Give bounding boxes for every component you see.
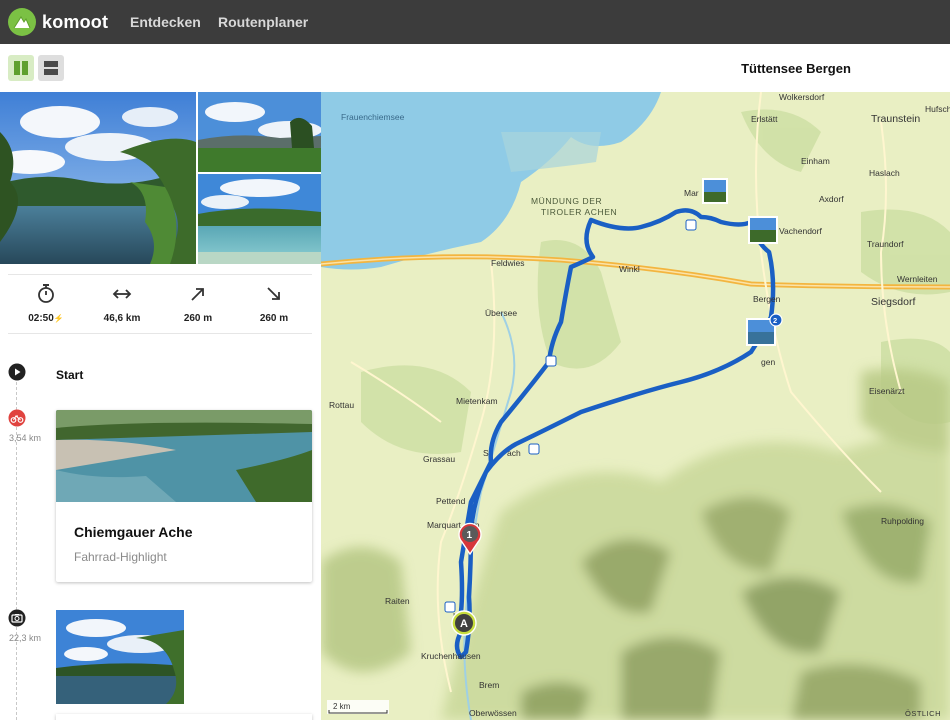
map-label-traunstein: Traunstein bbox=[871, 113, 920, 125]
map-label-raiten: Raiten bbox=[385, 596, 410, 606]
map-label-grassau: Grassau bbox=[423, 454, 455, 464]
split-view-button[interactable] bbox=[8, 55, 34, 81]
photo-waypoint-distance: 22,3 km bbox=[9, 633, 42, 643]
start-play-icon bbox=[8, 363, 26, 381]
bike-highlight-icon bbox=[8, 409, 26, 427]
tour-sidebar: 02:50⚡ 46,6 km 260 m 260 m Start 3,54 km bbox=[0, 92, 321, 720]
map-label-feldwies: Feldwies bbox=[491, 258, 525, 268]
map-label-frauenchiemsee: Frauenchiemsee bbox=[341, 112, 405, 122]
map-label-muendung-2: TIROLER ACHEN bbox=[541, 207, 617, 217]
route-map[interactable]: Wolkersdorf Traunstein Hufsch Frauenchie… bbox=[321, 92, 950, 720]
map-label-brem: Brem bbox=[479, 680, 499, 690]
map-marker-2-label: 2 bbox=[773, 316, 777, 325]
stat-distance: 46,6 km bbox=[84, 275, 160, 333]
next-card-edge bbox=[56, 714, 312, 720]
mountain-logo-icon bbox=[8, 8, 36, 36]
map-label-ruhpolding: Ruhpolding bbox=[881, 516, 924, 526]
map-label-hufsch: Hufsch bbox=[925, 104, 950, 114]
meadow-photo[interactable] bbox=[198, 92, 321, 172]
nav-routenplaner[interactable]: Routenplaner bbox=[218, 14, 308, 30]
start-label: Start bbox=[56, 368, 84, 382]
map-label-staudach: S bbox=[483, 448, 489, 458]
e-bike-bolt: ⚡ bbox=[53, 314, 64, 323]
lake-photo-main[interactable] bbox=[0, 92, 196, 264]
map-label-vachendorf: Vachendorf bbox=[779, 226, 822, 236]
start-pin-a-label: A bbox=[460, 618, 468, 630]
list-view-icon bbox=[44, 61, 58, 75]
map-label-eisenaerzt: Eisenärzt bbox=[869, 386, 905, 396]
map-label-wolkersdorf: Wolkersdorf bbox=[779, 92, 825, 102]
map-label-tuettensee: gen bbox=[761, 357, 775, 367]
downhill-value: 260 m bbox=[259, 313, 289, 324]
map-label-winkl: Winkl bbox=[619, 264, 640, 274]
map-photo-thumb-1[interactable] bbox=[702, 178, 728, 204]
highlight-distance: 3,54 km bbox=[9, 433, 42, 443]
river-photo bbox=[56, 410, 312, 502]
start-pin-a[interactable]: A bbox=[451, 610, 477, 636]
scale-label: 2 km bbox=[333, 702, 351, 711]
map-photo-thumb-2[interactable] bbox=[748, 216, 778, 244]
map-label-erlstaett: Erlstätt bbox=[751, 114, 778, 124]
highlight-title: Chiemgauer Ache bbox=[74, 524, 193, 540]
highlight-subtitle: Fahrrad-Highlight bbox=[74, 550, 167, 564]
stopwatch-icon bbox=[38, 284, 54, 303]
map-label-kruchenhausen: Kruchenhausen bbox=[421, 651, 481, 661]
highlight-card[interactable]: Chiemgauer Ache Fahrrad-Highlight bbox=[56, 410, 312, 582]
pool-photo[interactable] bbox=[198, 174, 321, 264]
map-label-oestlich: ÖSTLICH bbox=[905, 709, 941, 718]
tour-photo-gallery[interactable] bbox=[0, 92, 321, 264]
split-view-icon bbox=[14, 61, 28, 75]
map-label-marquartstein: Marquart bbox=[427, 520, 462, 530]
waypoint-lake-photo[interactable] bbox=[56, 610, 184, 704]
duration-value: 02:50 bbox=[28, 313, 54, 324]
list-view-button[interactable] bbox=[38, 55, 64, 81]
map-label-oberwoessen: Oberwössen bbox=[469, 708, 517, 718]
distance-value: 46,6 km bbox=[103, 313, 141, 324]
nav-entdecken[interactable]: Entdecken bbox=[130, 14, 201, 30]
map-label-wernleiten: Wernleiten bbox=[897, 274, 938, 284]
map-label-mietenkam: Mietenkam bbox=[456, 396, 498, 406]
downhill-arrow-icon bbox=[267, 287, 280, 300]
stat-downhill: 260 m bbox=[236, 275, 312, 333]
stat-duration: 02:50⚡ bbox=[8, 275, 84, 333]
map-scale-bar: 2 km bbox=[327, 700, 389, 714]
komoot-logo[interactable]: komoot bbox=[8, 8, 108, 36]
map-label-rottau: Rottau bbox=[329, 400, 354, 410]
map-label-pettendorf: Pettend bbox=[436, 496, 466, 506]
stat-uphill: 260 m bbox=[160, 275, 236, 333]
map-label-axdorf: Axdorf bbox=[819, 194, 844, 204]
top-navigation-bar: komoot Entdecken Routenplaner bbox=[0, 0, 950, 44]
map-label-staudach-2: ach bbox=[507, 448, 521, 458]
brand-name: komoot bbox=[42, 11, 109, 32]
map-label-muendung-1: MÜNDUNG DER bbox=[531, 196, 602, 206]
distance-arrows-icon bbox=[112, 289, 132, 299]
map-label-traundorf: Traundorf bbox=[867, 239, 904, 249]
map-label-siegsdorf: Siegsdorf bbox=[871, 296, 915, 308]
uphill-arrow-icon bbox=[191, 288, 204, 301]
map-label-uebersee: Übersee bbox=[485, 308, 517, 318]
tour-stats: 02:50⚡ 46,6 km 260 m 260 m bbox=[8, 274, 312, 334]
uphill-value: 260 m bbox=[183, 313, 213, 324]
camera-waypoint-icon bbox=[8, 609, 26, 627]
map-label-haslach: Haslach bbox=[869, 168, 900, 178]
tour-header-bar: Tüttensee Bergen bbox=[0, 44, 950, 93]
highlight-pin-1-label: 1 bbox=[467, 530, 473, 541]
map-label-bergen: Bergen bbox=[753, 294, 781, 304]
map-canvas[interactable]: Wolkersdorf Traunstein Hufsch Frauenchie… bbox=[321, 92, 950, 720]
tour-title: Tüttensee Bergen bbox=[741, 61, 851, 76]
map-label-einham: Einham bbox=[801, 156, 830, 166]
map-label-mar: Mar bbox=[684, 188, 699, 198]
